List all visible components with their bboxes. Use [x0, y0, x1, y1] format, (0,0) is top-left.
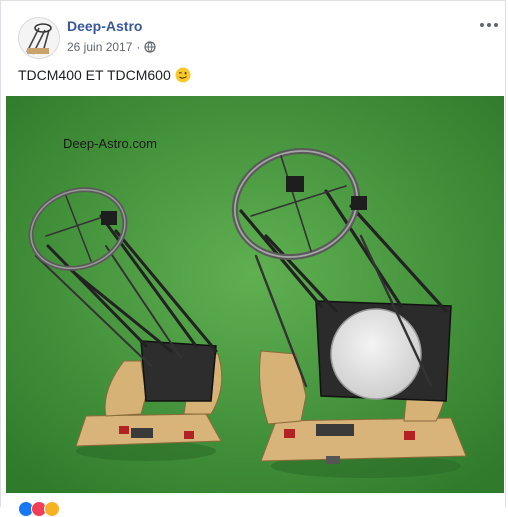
- post-photo[interactable]: [6, 96, 504, 493]
- globe-icon[interactable]: [144, 41, 156, 53]
- haha-reaction-icon: [44, 501, 60, 517]
- photo-watermark: Deep-Astro.com: [63, 136, 157, 151]
- more-options-button[interactable]: [479, 17, 499, 33]
- reaction-icons[interactable]: [18, 501, 60, 517]
- meta-separator: ·: [136, 40, 141, 54]
- more-dot-icon: [480, 23, 484, 27]
- winking-face-emoji-icon: [175, 67, 191, 83]
- post-card: Deep-Astro 26 juin 2017 · TDCM400 ET TDC…: [0, 0, 506, 517]
- more-dot-icon: [487, 23, 491, 27]
- author-name-link[interactable]: Deep-Astro: [67, 18, 142, 34]
- post-date[interactable]: 26 juin 2017: [67, 40, 132, 54]
- post-text-content: TDCM400 ET TDCM600: [18, 67, 171, 83]
- post-meta: 26 juin 2017 ·: [67, 40, 156, 54]
- telescopes-render-image: [6, 96, 504, 493]
- more-dot-icon: [494, 23, 498, 27]
- telescope-avatar-icon: [19, 18, 59, 58]
- avatar[interactable]: [18, 17, 60, 59]
- post-text: TDCM400 ET TDCM600: [18, 67, 191, 83]
